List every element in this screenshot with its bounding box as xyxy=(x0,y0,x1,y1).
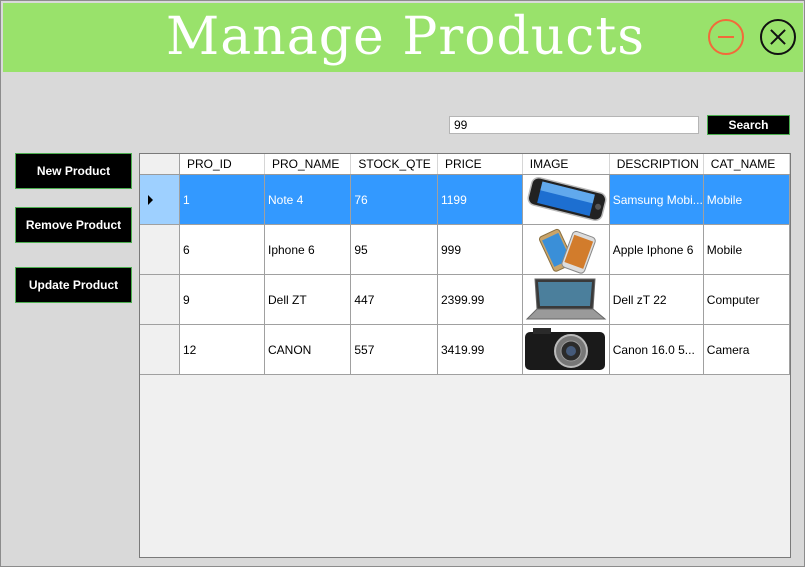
row-header[interactable] xyxy=(140,274,180,325)
cell-image[interactable] xyxy=(522,324,610,375)
cell-price[interactable]: 3419.99 xyxy=(437,324,523,375)
smartphones-image xyxy=(522,225,609,274)
cell-cat-name[interactable]: Mobile xyxy=(703,224,790,275)
current-row-arrow-icon xyxy=(148,194,153,205)
cell-image[interactable] xyxy=(522,174,610,225)
column-header-description[interactable]: DESCRIPTION xyxy=(609,154,704,175)
cell-stock-qte[interactable]: 95 xyxy=(350,224,438,275)
cell-pro-name[interactable]: Note 4 xyxy=(264,174,352,225)
window-title: Manage Products xyxy=(166,7,645,67)
smartphone-image xyxy=(522,175,609,224)
products-grid[interactable]: PRO_ID PRO_NAME STOCK_QTE PRICE IMAGE DE… xyxy=(139,153,791,558)
column-header-pro-id[interactable]: PRO_ID xyxy=(179,154,266,175)
row-header-corner xyxy=(140,154,180,175)
cell-cat-name[interactable]: Computer xyxy=(703,274,790,325)
cell-description[interactable]: Apple Iphone 6 xyxy=(609,224,704,275)
table-row[interactable]: 1 Note 4 76 1199 Samsung Mobi... Mobile xyxy=(140,174,790,225)
row-header[interactable] xyxy=(140,324,180,375)
cell-description[interactable]: Samsung Mobi... xyxy=(609,174,704,225)
cell-pro-id[interactable]: 9 xyxy=(179,274,266,325)
cell-price[interactable]: 1199 xyxy=(437,174,523,225)
title-bar: Manage Products xyxy=(3,3,803,72)
remove-product-button[interactable]: Remove Product xyxy=(15,207,132,243)
column-header-cat-name[interactable]: CAT_NAME xyxy=(703,154,790,175)
cell-pro-name[interactable]: Dell ZT xyxy=(264,274,352,325)
table-row[interactable]: 9 Dell ZT 447 2399.99 Dell zT 22 Compute… xyxy=(140,274,790,325)
cell-image[interactable] xyxy=(522,274,610,325)
manage-products-window: Manage Products Search New Product Remov… xyxy=(0,0,805,567)
update-product-button[interactable]: Update Product xyxy=(15,267,132,303)
search-input[interactable] xyxy=(449,116,699,134)
camera-image xyxy=(522,325,609,374)
cell-pro-id[interactable]: 1 xyxy=(179,174,266,225)
row-header[interactable] xyxy=(140,174,180,225)
cell-stock-qte[interactable]: 447 xyxy=(350,274,438,325)
cell-stock-qte[interactable]: 557 xyxy=(350,324,438,375)
laptop-image xyxy=(522,275,609,324)
column-header-price[interactable]: PRICE xyxy=(437,154,523,175)
cell-pro-name[interactable]: Iphone 6 xyxy=(264,224,352,275)
table-row[interactable]: 12 CANON 557 3419.99 Canon 16.0 5... Cam… xyxy=(140,324,790,375)
column-header-pro-name[interactable]: PRO_NAME xyxy=(264,154,352,175)
minimize-icon[interactable] xyxy=(708,19,744,55)
cell-price[interactable]: 999 xyxy=(437,224,523,275)
table-row[interactable]: 6 Iphone 6 95 999 Apple Iphone 6 Mobile xyxy=(140,224,790,275)
cell-description[interactable]: Dell zT 22 xyxy=(609,274,704,325)
cell-image[interactable] xyxy=(522,224,610,275)
search-button[interactable]: Search xyxy=(707,115,790,135)
cell-pro-name[interactable]: CANON xyxy=(264,324,352,375)
new-product-button[interactable]: New Product xyxy=(15,153,132,189)
cell-cat-name[interactable]: Mobile xyxy=(703,174,790,225)
cell-pro-id[interactable]: 6 xyxy=(179,224,266,275)
cell-cat-name[interactable]: Camera xyxy=(703,324,790,375)
cell-price[interactable]: 2399.99 xyxy=(437,274,523,325)
cell-description[interactable]: Canon 16.0 5... xyxy=(609,324,704,375)
column-header-image[interactable]: IMAGE xyxy=(522,154,610,175)
cell-stock-qte[interactable]: 76 xyxy=(350,174,438,225)
column-header-stock-qte[interactable]: STOCK_QTE xyxy=(350,154,438,175)
close-icon[interactable] xyxy=(760,19,796,55)
cell-pro-id[interactable]: 12 xyxy=(179,324,266,375)
row-header[interactable] xyxy=(140,224,180,275)
